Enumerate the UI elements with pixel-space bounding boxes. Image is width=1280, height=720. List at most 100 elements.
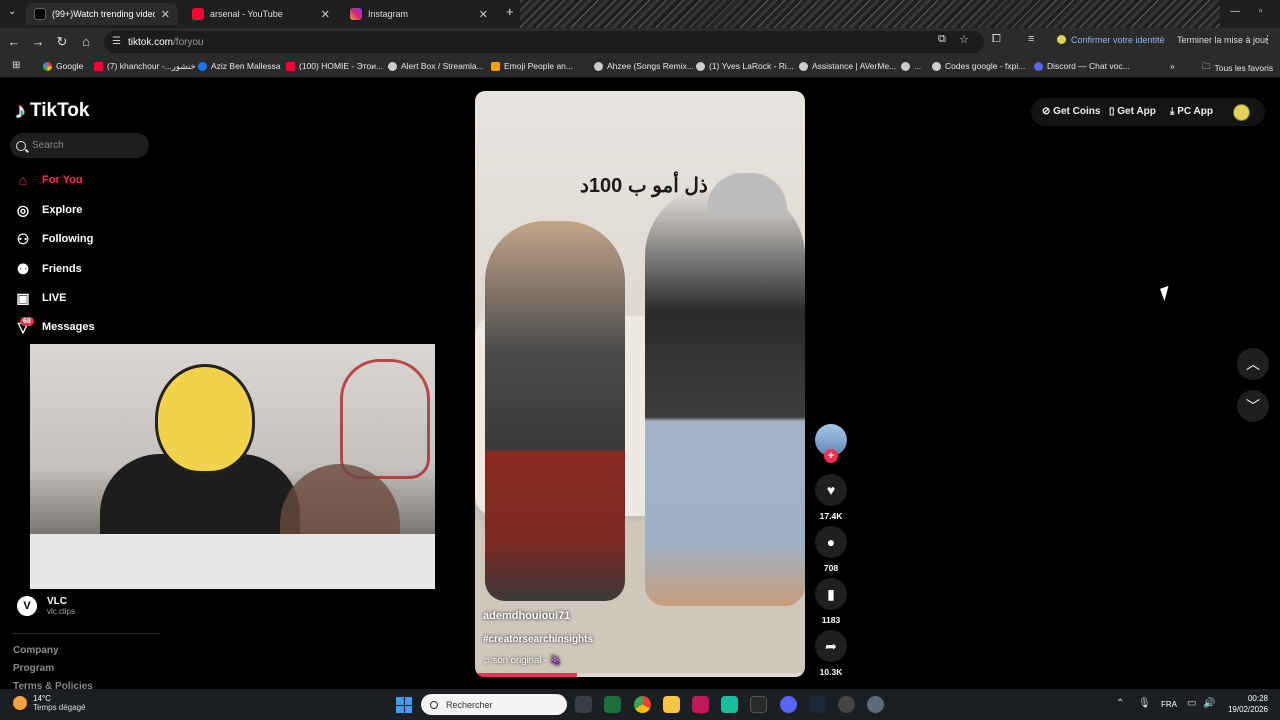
bookmark-alertbox[interactable]: Alert Box / Streamla... bbox=[388, 61, 484, 71]
tray-chevron-icon[interactable]: ⌃ bbox=[1116, 698, 1124, 709]
address-bar[interactable]: ☰ tiktok.com/foryou bbox=[104, 31, 984, 53]
reload-icon[interactable]: ↻ bbox=[52, 32, 72, 52]
menu-kebab-icon[interactable]: ⋮ bbox=[1262, 33, 1273, 46]
tab-list-chevron-icon[interactable]: ⌄ bbox=[8, 6, 16, 17]
new-tab-icon[interactable]: + bbox=[506, 4, 514, 19]
globe-icon bbox=[901, 61, 910, 71]
next-video-button[interactable]: ﹀ bbox=[1237, 390, 1269, 422]
tab-youtube[interactable]: arsenal - YouTube ✕ bbox=[184, 3, 338, 25]
streamer-face-graphic bbox=[155, 364, 255, 474]
bookmark-avermedia[interactable]: Assistance | AVerMe... bbox=[799, 61, 896, 71]
save-button[interactable]: ▮ bbox=[815, 578, 847, 610]
app-icon[interactable] bbox=[604, 696, 621, 713]
app-icon[interactable] bbox=[721, 696, 738, 713]
app-icon[interactable] bbox=[838, 696, 855, 713]
top-right-actions: ⊘ Get Coins ▯ Get App ⤓ PC App bbox=[1031, 98, 1265, 126]
tab-instagram[interactable]: Instagram ✕ bbox=[342, 3, 496, 25]
footer-link-company[interactable]: Company bbox=[13, 645, 59, 656]
get-coins-button[interactable]: ⊘ Get Coins bbox=[1042, 106, 1100, 117]
video-player[interactable]: ذل أمو ب 100د ademdhouioui71 #creatorsea… bbox=[475, 91, 805, 677]
nav-for-you[interactable]: ⌂ For You bbox=[14, 171, 83, 189]
bookmark-star-icon[interactable]: ☆ bbox=[959, 33, 969, 46]
taskbar-search[interactable]: Rechercher bbox=[421, 694, 567, 715]
weather-widget[interactable]: 14°C Temps dégagé bbox=[13, 694, 85, 712]
task-view-icon[interactable] bbox=[575, 696, 592, 713]
video-username[interactable]: ademdhouioui71 bbox=[483, 610, 570, 622]
minimize-icon[interactable]: — bbox=[1230, 6, 1240, 17]
home-icon[interactable]: ⌂ bbox=[76, 32, 96, 52]
back-icon[interactable]: ← bbox=[4, 32, 24, 52]
share-button[interactable]: ➦ bbox=[815, 630, 847, 662]
video-sound[interactable]: ♫ son original - 🍇 bbox=[483, 655, 562, 666]
chrome-icon[interactable] bbox=[634, 696, 651, 713]
tab-tiktok[interactable]: (99+)Watch trending videos fo ✕ bbox=[26, 3, 178, 25]
network-icon[interactable]: ▭ bbox=[1187, 698, 1196, 709]
extensions-icon[interactable]: ⧠ bbox=[992, 33, 1001, 46]
cast-icon[interactable]: ⧉ bbox=[938, 33, 946, 46]
discord-icon[interactable] bbox=[780, 696, 797, 713]
nav-label: Messages bbox=[42, 321, 95, 333]
volume-icon[interactable]: 🔊 bbox=[1203, 698, 1215, 709]
webcam-overlay bbox=[30, 344, 435, 589]
steam-icon[interactable] bbox=[809, 696, 826, 713]
bookmark-google[interactable]: Google bbox=[43, 61, 83, 71]
tab-title: arsenal - YouTube bbox=[210, 9, 283, 19]
previous-video-button[interactable]: ︿ bbox=[1237, 348, 1269, 380]
identity-prompt[interactable]: Confirmer votre identité bbox=[1057, 35, 1165, 45]
tab-bar-background-pattern bbox=[520, 0, 1220, 28]
sidebar-divider bbox=[12, 633, 160, 634]
messages-badge: 68 bbox=[20, 317, 34, 326]
bookmark-yves[interactable]: (1) Yves LaRock - Ri... bbox=[696, 61, 794, 71]
user-avatar[interactable] bbox=[1233, 104, 1250, 121]
nav-following[interactable]: ⚇ Following bbox=[14, 230, 94, 248]
bookmark-khanchour[interactable]: (7) khanchour -...خنشور bbox=[94, 61, 196, 72]
language-indicator[interactable]: FRA bbox=[1161, 700, 1177, 709]
site-info-icon[interactable]: ☰ bbox=[112, 36, 121, 47]
bookmark-discord[interactable]: Discord — Chat voc... bbox=[1034, 61, 1130, 71]
pc-app-label: PC App bbox=[1177, 106, 1213, 117]
file-explorer-icon[interactable] bbox=[663, 696, 680, 713]
logo-text: TikTok bbox=[30, 100, 90, 121]
close-tab-icon[interactable]: ✕ bbox=[479, 8, 488, 21]
windows-start-icon[interactable] bbox=[396, 697, 412, 713]
video-overlay-text: ذل أمو ب 100د bbox=[580, 175, 708, 197]
media-control-icon[interactable]: ≡ bbox=[1028, 33, 1034, 45]
close-tab-icon[interactable]: ✕ bbox=[161, 8, 170, 21]
bookmark-unnamed[interactable]: ... bbox=[901, 61, 921, 71]
update-button[interactable]: Terminer la mise à jour bbox=[1177, 35, 1268, 45]
microphone-icon[interactable]: 🎙 bbox=[1138, 698, 1151, 709]
bookmark-codes[interactable]: Codes google - fxpi... bbox=[932, 61, 1025, 71]
nav-live[interactable]: ▣ LIVE bbox=[14, 289, 66, 307]
tiktok-logo[interactable]: ♪ TikTok bbox=[15, 98, 89, 124]
share-count: 10.3K bbox=[819, 667, 843, 677]
video-progress-bar[interactable] bbox=[475, 673, 805, 677]
like-button[interactable]: ♥ bbox=[815, 474, 847, 506]
bookmark-label: Discord — Chat voc... bbox=[1047, 61, 1130, 71]
search-input[interactable]: Search bbox=[10, 133, 149, 158]
close-tab-icon[interactable]: ✕ bbox=[321, 8, 330, 21]
video-hashtag[interactable]: #creatorsearchinsights bbox=[483, 634, 593, 645]
time: 00:28 bbox=[1247, 694, 1268, 703]
comment-button[interactable]: ● bbox=[815, 526, 847, 558]
bookmark-aziz[interactable]: Aziz Ben Mallessa bbox=[198, 61, 280, 71]
pc-app-button[interactable]: ⤓ PC App bbox=[1170, 106, 1213, 117]
clock[interactable]: 00:28 19/02/2026 bbox=[1222, 693, 1268, 715]
apps-grid-icon[interactable]: ⊞ bbox=[12, 60, 20, 71]
footer-link-program[interactable]: Program bbox=[13, 663, 54, 674]
channel-card[interactable]: V VLC vlc.clips bbox=[17, 596, 75, 616]
all-bookmarks[interactable]: 🗀 Tous les favoris bbox=[1202, 61, 1273, 75]
more-bookmarks-icon[interactable]: » bbox=[1170, 61, 1175, 71]
app-icon[interactable] bbox=[750, 696, 767, 713]
forward-icon[interactable]: → bbox=[28, 32, 48, 52]
bookmark-ahzee[interactable]: Ahzee (Songs Remix... bbox=[594, 61, 694, 71]
get-app-button[interactable]: ▯ Get App bbox=[1109, 106, 1156, 117]
app-icon[interactable] bbox=[692, 696, 709, 713]
bookmark-emoji[interactable]: Emoji People an... bbox=[491, 61, 573, 71]
restore-icon[interactable]: ▫ bbox=[1259, 6, 1263, 17]
settings-icon[interactable] bbox=[867, 696, 884, 713]
follow-plus-icon[interactable]: + bbox=[824, 449, 838, 463]
tiktok-note-icon: ♪ bbox=[15, 98, 26, 123]
nav-explore[interactable]: ◎ Explore bbox=[14, 201, 82, 219]
nav-friends[interactable]: ⚉ Friends bbox=[14, 260, 82, 278]
bookmark-homie[interactable]: (100) HOMIE - Этои... bbox=[286, 61, 383, 71]
